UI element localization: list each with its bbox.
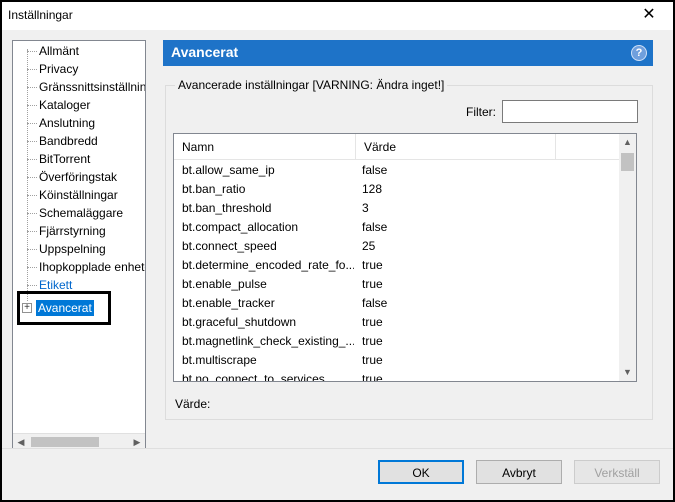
- table-row[interactable]: bt.graceful_shutdown true: [174, 313, 620, 332]
- column-header-value[interactable]: Värde: [356, 134, 556, 160]
- tree-item-label-selected: Avancerat: [36, 300, 94, 316]
- row-value: false: [362, 163, 388, 177]
- window-title: Inställningar: [8, 8, 73, 22]
- filter-label: Filter:: [466, 105, 496, 119]
- table-row[interactable]: bt.ban_ratio 128: [174, 180, 620, 199]
- row-name: bt.allow_same_ip: [182, 163, 275, 177]
- filter-input[interactable]: [502, 100, 638, 123]
- cancel-button[interactable]: Avbryt: [476, 460, 562, 484]
- tree-item-label: Kataloger: [39, 98, 91, 112]
- table-row[interactable]: bt.enable_pulse true: [174, 275, 620, 294]
- table-row[interactable]: bt.compact_allocation false: [174, 218, 620, 237]
- table-row[interactable]: bt.multiscrape true: [174, 351, 620, 370]
- tree-item-label: Privacy: [39, 62, 79, 76]
- group-title: Avancerade inställningar [VARNING: Ändra…: [175, 78, 448, 92]
- expand-plus-icon[interactable]: +: [22, 303, 32, 313]
- row-value: 128: [362, 182, 383, 196]
- row-value: true: [362, 334, 383, 348]
- tree-item-label: BitTorrent: [39, 152, 91, 166]
- table-row[interactable]: bt.allow_same_ip false: [174, 161, 620, 180]
- tree-item-label: Bandbredd: [39, 134, 98, 148]
- tree-item-label: Ihopkopplade enheter: [39, 260, 146, 274]
- list-vertical-scrollbar[interactable]: ▲ ▼: [619, 134, 636, 381]
- row-value: false: [362, 296, 388, 310]
- settings-tree[interactable]: Allmänt Privacy Gränssnittsinställningar…: [12, 40, 146, 450]
- tree-item-label: Anslutning: [39, 116, 96, 130]
- scroll-up-icon[interactable]: ▲: [619, 134, 636, 151]
- row-value: true: [362, 258, 383, 272]
- close-icon[interactable]: ✕: [639, 5, 659, 25]
- scroll-thumb[interactable]: [621, 153, 634, 171]
- tree-item-label: Fjärrstyrning: [39, 224, 106, 238]
- row-value: true: [362, 315, 383, 329]
- tree-item-label: Överföringstak: [39, 170, 118, 184]
- tree-horizontal-scrollbar[interactable]: ◀ ▶: [13, 433, 145, 449]
- column-header-name[interactable]: Namn: [174, 134, 356, 160]
- row-name: bt.ban_ratio: [182, 182, 246, 196]
- row-name: bt.multiscrape: [182, 353, 257, 367]
- tree-item-label: Gränssnittsinställningar: [39, 80, 146, 94]
- tree-item-label: Uppspelning: [39, 242, 106, 256]
- dialog-footer: [2, 448, 673, 500]
- scroll-down-icon[interactable]: ▼: [619, 364, 636, 381]
- row-value: true: [362, 372, 383, 382]
- row-value: false: [362, 220, 388, 234]
- row-value: true: [362, 277, 383, 291]
- table-row[interactable]: bt.determine_encoded_rate_fo... true: [174, 256, 620, 275]
- tree-item-label: Schemaläggare: [39, 206, 124, 220]
- tree-item-avancerat[interactable]: + Avancerat: [17, 291, 111, 325]
- row-name: bt.enable_pulse: [182, 277, 267, 291]
- row-value: 3: [362, 201, 369, 215]
- ok-button[interactable]: OK: [378, 460, 464, 484]
- row-name: bt.enable_tracker: [182, 296, 275, 310]
- apply-button[interactable]: Verkställ: [574, 460, 660, 484]
- row-name: bt.graceful_shutdown: [182, 315, 297, 329]
- tree-item-label: Allmänt: [39, 44, 80, 58]
- row-name: bt.compact_allocation: [182, 220, 299, 234]
- settings-list[interactable]: Namn Värde bt.allow_same_ip false bt.ban_…: [173, 133, 637, 382]
- table-row[interactable]: bt.no_connect_to_services true: [174, 370, 620, 382]
- table-row[interactable]: bt.connect_speed 25: [174, 237, 620, 256]
- help-icon[interactable]: ?: [631, 45, 647, 61]
- list-header: Namn Värde: [174, 134, 620, 160]
- row-name: bt.determine_encoded_rate_fo...: [182, 258, 354, 272]
- row-value: 25: [362, 239, 376, 253]
- table-row[interactable]: bt.enable_tracker false: [174, 294, 620, 313]
- scroll-thumb[interactable]: [31, 437, 99, 447]
- table-row[interactable]: bt.ban_threshold 3: [174, 199, 620, 218]
- row-name: bt.connect_speed: [182, 239, 277, 253]
- panel-title: Avancerat: [171, 44, 239, 60]
- value-label: Värde:: [175, 397, 211, 411]
- tree-item-label: Köinställningar: [39, 188, 118, 202]
- table-row[interactable]: bt.magnetlink_check_existing_... true: [174, 332, 620, 351]
- row-name: bt.magnetlink_check_existing_...: [182, 334, 354, 348]
- row-name: bt.ban_threshold: [182, 201, 272, 215]
- row-value: true: [362, 353, 383, 367]
- row-name: bt.no_connect_to_services: [182, 372, 325, 382]
- panel-header: Avancerat ?: [163, 40, 653, 66]
- title-bar: Inställningar ✕: [2, 2, 673, 30]
